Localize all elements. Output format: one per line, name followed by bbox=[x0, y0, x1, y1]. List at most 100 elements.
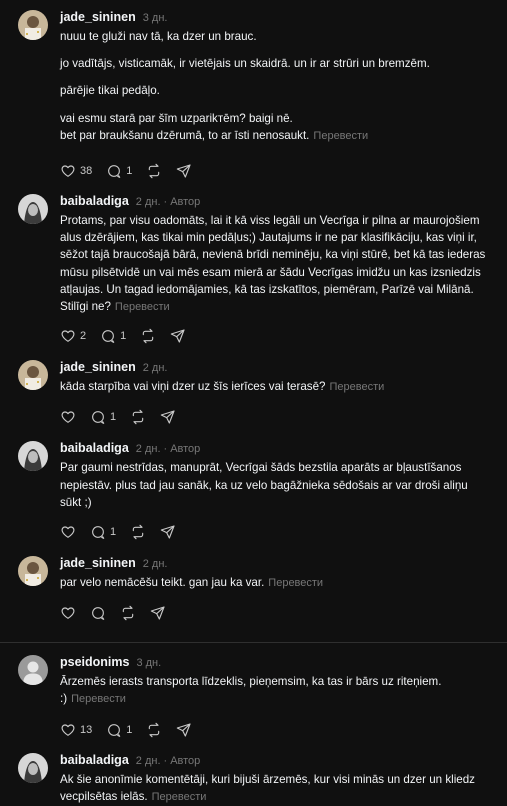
comment-button[interactable]: 1 bbox=[100, 328, 126, 344]
comment-count: 1 bbox=[126, 723, 133, 736]
separator-dot: · bbox=[163, 443, 168, 456]
share-icon bbox=[171, 329, 185, 343]
like-button[interactable] bbox=[60, 524, 76, 540]
translate-link[interactable]: Перевести bbox=[115, 301, 170, 313]
username[interactable]: baibaladiga bbox=[60, 441, 129, 455]
avatar[interactable] bbox=[18, 10, 48, 40]
repost-button[interactable] bbox=[120, 605, 136, 621]
comment-button[interactable]: 1 bbox=[106, 163, 132, 179]
like-button[interactable] bbox=[60, 409, 76, 425]
avatar[interactable] bbox=[18, 441, 48, 472]
timestamp: 3 дн. bbox=[136, 657, 162, 670]
heart-icon bbox=[61, 724, 75, 736]
translate-link[interactable]: Перевести bbox=[330, 381, 385, 393]
comment-button[interactable] bbox=[90, 605, 106, 621]
comment-text: nuuu te gluži nav tā, ka dzer un brauc. … bbox=[60, 28, 491, 145]
username[interactable]: baibaladiga bbox=[60, 194, 129, 208]
like-button[interactable]: 2 bbox=[60, 328, 86, 344]
paragraph: kāda starpība vai viņi dzer uz šīs ierīc… bbox=[60, 380, 326, 394]
action-bar: 1 bbox=[60, 523, 491, 541]
repost-button[interactable] bbox=[130, 409, 146, 425]
avatar[interactable] bbox=[18, 655, 48, 686]
like-count: 2 bbox=[80, 330, 87, 343]
comment-icon bbox=[92, 607, 105, 621]
comment-text: Par gaumi nestrīdas, manuprāt, Vecrīgai … bbox=[60, 459, 491, 511]
translate-link[interactable]: Перевести bbox=[268, 577, 323, 589]
comment-post: pseidonims 3 дн. Ārzemēs ierasts transpo… bbox=[0, 642, 507, 738]
heart-icon bbox=[61, 607, 75, 620]
share-button[interactable] bbox=[176, 722, 192, 738]
avatar[interactable] bbox=[18, 556, 48, 587]
comment-button[interactable]: 1 bbox=[90, 409, 116, 425]
paragraph: nuuu te gluži nav tā, ka dzer un brauc. bbox=[60, 30, 257, 43]
comment-post: jade_sininen 3 дн. nuuu te gluži nav tā,… bbox=[0, 0, 507, 180]
repost-icon bbox=[132, 524, 144, 540]
comment-text: kāda starpība vai viņi dzer uz šīs ierīc… bbox=[60, 378, 491, 396]
share-button[interactable] bbox=[150, 605, 166, 621]
username[interactable]: jade_sininen bbox=[60, 556, 136, 570]
paragraph: Par gaumi nestrīdas, manuprāt, Vecrīgai … bbox=[60, 461, 468, 509]
comment-count: 1 bbox=[126, 165, 133, 178]
author-badge: Автор bbox=[170, 443, 201, 456]
timestamp: 3 дн. bbox=[142, 12, 168, 24]
username[interactable]: jade_sininen bbox=[60, 360, 136, 374]
like-count: 38 bbox=[80, 165, 93, 178]
comment-icon bbox=[92, 526, 105, 539]
repost-button[interactable] bbox=[140, 328, 156, 344]
translate-link[interactable]: Перевести bbox=[313, 130, 368, 142]
comment-text: Ak šie anonīmie komentētāji, kuri bijuši… bbox=[60, 771, 491, 806]
translate-link[interactable]: Перевести bbox=[152, 791, 207, 803]
separator-dot: · bbox=[163, 196, 168, 209]
comment-text: par velo nemācēšu teikt. gan jau ka var.… bbox=[60, 574, 491, 592]
comment-icon bbox=[108, 165, 121, 178]
action-bar: 38 1 bbox=[60, 162, 491, 180]
action-bar: 1 bbox=[60, 408, 491, 426]
heart-icon bbox=[61, 330, 75, 343]
repost-button[interactable] bbox=[130, 524, 146, 540]
translate-link[interactable]: Перевести bbox=[71, 693, 126, 705]
like-button[interactable]: 13 bbox=[60, 722, 92, 738]
repost-icon bbox=[132, 410, 144, 425]
comment-icon bbox=[102, 330, 115, 344]
comment-text: Protams, par visu oadomāts, lai it kā vi… bbox=[60, 212, 491, 316]
username[interactable]: jade_sininen bbox=[60, 10, 136, 24]
like-button[interactable] bbox=[60, 605, 76, 621]
timestamp: 2 дн. bbox=[135, 443, 161, 456]
share-icon bbox=[160, 410, 175, 425]
comment-icon bbox=[108, 723, 121, 737]
repost-button[interactable] bbox=[146, 163, 162, 179]
repost-button[interactable] bbox=[146, 722, 162, 738]
share-button[interactable] bbox=[160, 409, 176, 425]
share-icon bbox=[160, 525, 175, 539]
paragraph: bet par braukšanu dzērumā, to ar īsti ne… bbox=[60, 128, 310, 142]
comment-icon bbox=[92, 411, 105, 425]
share-button[interactable] bbox=[160, 524, 176, 540]
paragraph: jo vadītājs, visticamāk, ir vietējais un… bbox=[60, 57, 430, 71]
comment-button[interactable]: 1 bbox=[106, 722, 132, 738]
heart-icon bbox=[61, 526, 75, 538]
avatar[interactable] bbox=[18, 194, 48, 225]
repost-icon bbox=[149, 163, 160, 179]
share-button[interactable] bbox=[176, 163, 192, 179]
comment-count: 1 bbox=[110, 526, 117, 539]
share-icon bbox=[150, 606, 165, 620]
action-bar: 13 1 bbox=[60, 721, 491, 739]
share-icon bbox=[177, 723, 191, 737]
like-button[interactable]: 38 bbox=[60, 163, 92, 179]
paragraph: pārējie tikai pedāļo. bbox=[60, 84, 160, 98]
comment-text: Ārzemēs ierasts transporta līdzeklis, pi… bbox=[60, 673, 491, 708]
comment-post: baibaladiga 2 дн. · Автор Protams, par vis… bbox=[0, 180, 507, 345]
avatar[interactable] bbox=[18, 360, 48, 391]
username[interactable]: baibaladiga bbox=[60, 753, 129, 767]
avatar[interactable] bbox=[18, 752, 48, 783]
comment-button[interactable]: 1 bbox=[90, 524, 116, 540]
comment-count: 1 bbox=[110, 411, 117, 424]
comment-post: baibaladiga 2 дн. · Автор Ak šie anonīmie … bbox=[0, 739, 507, 806]
username[interactable]: pseidonims bbox=[60, 655, 129, 669]
comment-thread: jade_sininen 3 дн. nuuu te gluži nav tā,… bbox=[0, 0, 507, 803]
repost-icon bbox=[143, 329, 154, 344]
timestamp: 2 дн. bbox=[142, 362, 168, 375]
timestamp: 2 дн. bbox=[135, 196, 161, 209]
paragraph: Ak šie anonīmie komentētāji, kuri bijuši… bbox=[60, 772, 475, 803]
share-button[interactable] bbox=[170, 328, 186, 344]
